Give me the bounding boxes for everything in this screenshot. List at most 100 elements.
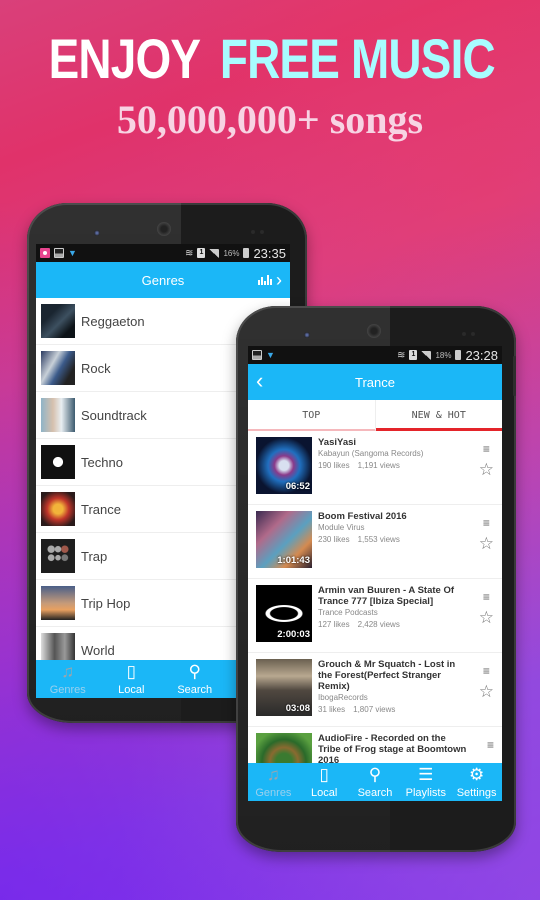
side-button (513, 356, 516, 396)
genre-label: Trance (81, 501, 121, 517)
genre-label: Trip Hop (81, 595, 131, 611)
genre-thumbnail (41, 633, 75, 661)
nav-local[interactable]: ▯ Local (299, 763, 350, 801)
battery-icon (455, 350, 462, 360)
nav-search[interactable]: ⚲ Search (163, 660, 227, 698)
headline-free-music: FREE MUSIC (219, 27, 496, 90)
search-icon: ⚲ (188, 662, 201, 681)
star-icon[interactable]: ☆ (479, 609, 494, 626)
nav-local[interactable]: ▯ Local (100, 660, 164, 698)
signal-icon (421, 350, 432, 360)
speaker-grille (157, 222, 171, 236)
nav-label: Search (357, 787, 393, 799)
add-to-playlist-icon[interactable]: ≡ (483, 443, 490, 455)
genre-thumbnail (41, 539, 75, 573)
track-item[interactable]: AudioFire - Recorded on the Tribe of Fro… (248, 727, 502, 764)
nav-playlists[interactable]: ☰ Playlists (400, 763, 451, 801)
speaker-grille (367, 324, 381, 338)
sensor (251, 230, 255, 234)
status-bar: ▼ ≋ 1 18% 23:28 (248, 346, 502, 364)
phone-right: ▼ ≋ 1 18% 23:28 ‹ Trance TOP NEW & HOT 0… (236, 306, 516, 852)
clock: 23:28 (465, 347, 498, 363)
wifi-icon: ≋ (397, 349, 406, 361)
track-item[interactable]: 06:52 YasiYasi Kabayun (Sangoma Records)… (248, 431, 502, 505)
sim-icon: 1 (197, 248, 206, 258)
track-artwork: 03:08 (256, 659, 312, 716)
music-app-notification-icon (40, 248, 50, 258)
nav-settings[interactable]: ⚙ Settings (451, 763, 502, 801)
tab-top[interactable]: TOP (248, 400, 376, 431)
search-icon: ⚲ (368, 765, 382, 784)
track-likes: 127 likes (318, 620, 350, 629)
track-artist: Module Virus (318, 523, 365, 532)
genre-thumbnail (41, 586, 75, 620)
nav-genres[interactable]: ♫ Genres (36, 660, 100, 698)
track-item[interactable]: 2:00:03 Armin van Buuren - A State Of Tr… (248, 579, 502, 653)
battery-icon (243, 248, 250, 258)
promo-headline: ENJOY FREE MUSIC (49, 26, 496, 91)
chevron-right-icon[interactable]: › (276, 270, 282, 291)
star-icon[interactable]: ☆ (479, 683, 494, 700)
star-icon[interactable]: ☆ (479, 461, 494, 478)
track-artist: Trance Podcasts (318, 608, 378, 617)
genre-label: Techno (81, 454, 123, 470)
sim-icon: 1 (409, 350, 418, 360)
genre-thumbnail (41, 398, 75, 432)
clock: 23:35 (253, 245, 286, 261)
add-to-playlist-icon[interactable]: ≡ (483, 517, 490, 529)
star-icon[interactable]: ☆ (479, 535, 494, 552)
track-item[interactable]: 1:01:43 Boom Festival 2016 Module Virus … (248, 505, 502, 579)
track-artwork: 06:52 (256, 437, 312, 494)
track-item[interactable]: 03:08 Grouch & Mr Squatch - Lost in the … (248, 653, 502, 727)
battery-percent: 18% (435, 350, 452, 360)
battery-percent: 16% (223, 248, 240, 258)
genre-label: Trap (81, 548, 108, 564)
track-title: Armin van Buuren - A State Of Trance 777… (318, 585, 455, 607)
status-bar: ▼ ≋ 1 16% 23:35 (36, 244, 290, 262)
camera-icon (304, 332, 310, 338)
chevron-left-icon[interactable]: ‹ (256, 368, 263, 394)
add-to-playlist-icon[interactable]: ≡ (483, 665, 490, 677)
track-duration: 2:00:03 (277, 629, 310, 640)
genre-thumbnail (41, 492, 75, 526)
track-artwork (256, 733, 312, 764)
track-views: 1,807 views (353, 705, 396, 714)
screen-trance: ▼ ≋ 1 18% 23:28 ‹ Trance TOP NEW & HOT 0… (248, 346, 502, 801)
add-to-playlist-icon[interactable]: ≡ (487, 739, 494, 751)
track-duration: 06:52 (285, 481, 310, 492)
track-title: AudioFire - Recorded on the Tribe of Fro… (318, 733, 467, 764)
track-artwork: 2:00:03 (256, 585, 312, 642)
promo-subline: 50,000,000+ songs (116, 97, 424, 142)
equalizer-icon[interactable] (258, 275, 272, 285)
app-bar: ‹ Trance (248, 364, 502, 400)
gear-icon: ⚙ (468, 765, 485, 784)
camera-icon (94, 230, 100, 236)
track-likes: 190 likes (318, 461, 350, 470)
page-title: Trance (355, 374, 395, 390)
track-likes: 230 likes (318, 535, 350, 544)
track-views: 1,553 views (357, 535, 400, 544)
track-list: 06:52 YasiYasi Kabayun (Sangoma Records)… (248, 431, 502, 764)
add-to-playlist-icon[interactable]: ≡ (483, 591, 490, 603)
app-bar: Genres › (36, 262, 290, 298)
list-icon: ☰ (418, 765, 434, 784)
nav-search[interactable]: ⚲ Search (350, 763, 401, 801)
genre-label: Soundtrack (81, 407, 147, 423)
tab-new-hot[interactable]: NEW & HOT (375, 400, 503, 431)
page-title: Genres (141, 272, 185, 288)
track-artist: IbogaRecords (318, 693, 368, 702)
wifi-notification-icon: ▼ (266, 350, 275, 360)
phone-icon: ▯ (126, 662, 136, 681)
nav-label: Genres (49, 684, 86, 696)
genre-thumbnail (41, 351, 75, 385)
nav-label: Search (177, 684, 213, 696)
phone-icon: ▯ (319, 765, 329, 784)
wifi-icon: ≋ (185, 247, 194, 259)
track-artist: Kabayun (Sangoma Records) (318, 449, 424, 458)
wifi-notification-icon: ▼ (68, 248, 77, 258)
nav-genres[interactable]: ♫ Genres (248, 763, 299, 801)
track-views: 2,428 views (357, 620, 400, 629)
sensor (260, 230, 264, 234)
signal-icon (209, 248, 220, 258)
nav-label: Local (311, 787, 338, 799)
